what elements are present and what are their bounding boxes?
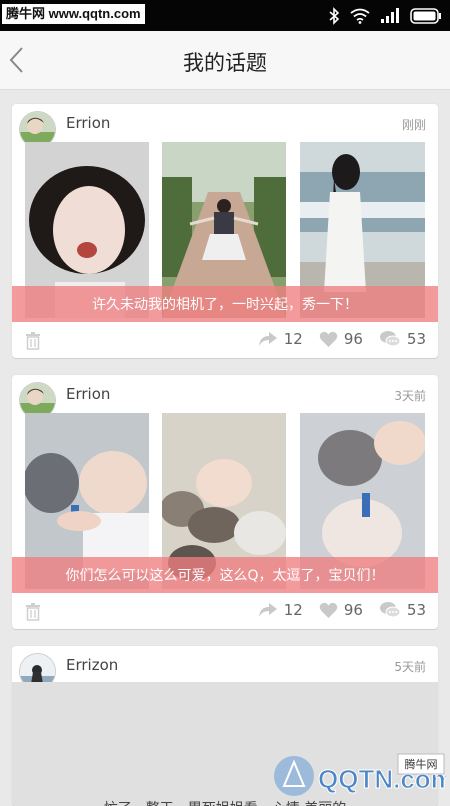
- like-button[interactable]: 96: [319, 330, 363, 348]
- like-button[interactable]: 96: [319, 601, 363, 619]
- caption-band: 你们怎么可以这么可爱，这么Q，太逗了，宝贝们！: [12, 557, 438, 593]
- watermark-badge: 腾牛网 www.qqtn.com: [2, 4, 145, 24]
- bluetooth-icon: [329, 6, 340, 25]
- comment-icon: [379, 331, 401, 347]
- comment-count: 53: [406, 601, 426, 619]
- like-count: 96: [343, 330, 363, 348]
- app-header: 我的话题: [0, 31, 450, 90]
- comment-button[interactable]: 53: [379, 330, 426, 348]
- topic-card[interactable]: Errion 3天前 你们怎么可以这么可爱，这么Q，太逗了，宝贝们！ 12 96…: [12, 375, 438, 629]
- post-caption: 你们怎么可以这么可爱，这么Q，太逗了，宝贝们！: [65, 568, 385, 584]
- share-count: 12: [283, 330, 303, 348]
- heart-icon: [319, 602, 338, 618]
- post-text: 忙了一整天，累死姐姐看，心情 美丽的: [12, 798, 438, 806]
- caption-band: 许久未动我的相机了，一时兴起，秀一下！: [12, 286, 438, 322]
- post-toolbar: 12 96 53: [12, 593, 438, 629]
- author-name[interactable]: Errion: [66, 114, 110, 132]
- topic-card[interactable]: Errion 刚刚 许久未动我的相机了，一时兴起，秀一下！ 12 96 53: [12, 104, 438, 358]
- comment-icon: [379, 602, 401, 618]
- author-name[interactable]: Errizon: [66, 656, 118, 674]
- share-button[interactable]: 12: [258, 601, 303, 619]
- share-icon: [258, 603, 277, 617]
- watermark-logo: QQTN.com 腾牛网: [270, 752, 450, 796]
- post-time: 刚刚: [401, 118, 426, 132]
- share-icon: [258, 332, 277, 346]
- status-bar: 腾牛网 www.qqtn.com: [0, 0, 450, 31]
- page-title: 我的话题: [183, 51, 267, 75]
- share-count: 12: [283, 601, 303, 619]
- comment-count: 53: [406, 330, 426, 348]
- heart-icon: [319, 331, 338, 347]
- post-stats: 12 96 53: [258, 330, 426, 348]
- comment-button[interactable]: 53: [379, 601, 426, 619]
- post-time: 5天前: [394, 660, 426, 674]
- post-toolbar: 12 96 53: [12, 322, 438, 358]
- post-caption: 许久未动我的相机了，一时兴起，秀一下！: [92, 297, 358, 313]
- battery-icon: [410, 7, 441, 24]
- like-count: 96: [343, 601, 363, 619]
- author-name[interactable]: Errion: [66, 385, 110, 403]
- trash-icon[interactable]: [25, 603, 41, 621]
- wifi-icon: [350, 8, 370, 24]
- watermark-badge-text: 腾牛网: [405, 757, 438, 771]
- trash-icon[interactable]: [25, 332, 41, 350]
- share-button[interactable]: 12: [258, 330, 303, 348]
- post-time: 3天前: [394, 389, 426, 403]
- signal-icon: [381, 7, 399, 23]
- post-stats: 12 96 53: [258, 601, 426, 619]
- status-icons: [328, 5, 442, 26]
